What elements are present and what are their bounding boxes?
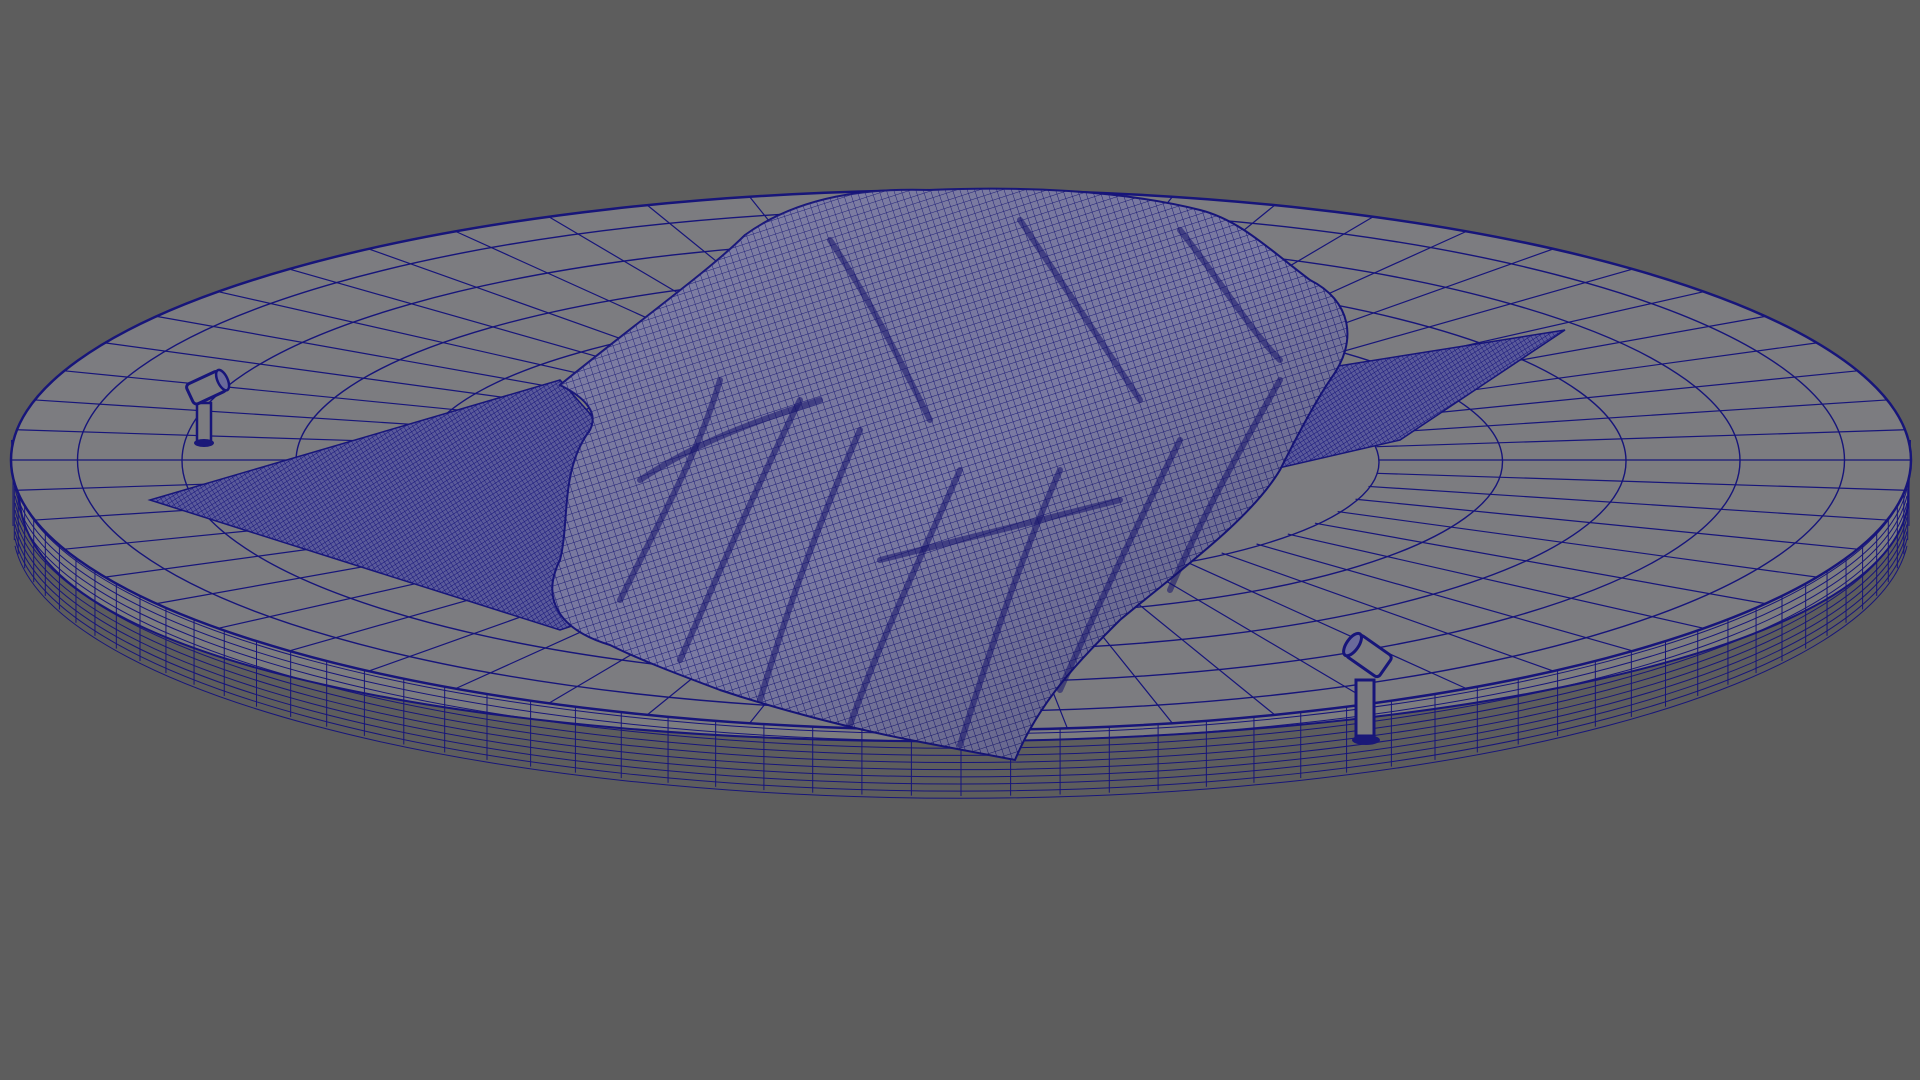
spotlight-left-base (194, 439, 214, 447)
spotlight-left-stand (195, 401, 213, 443)
spotlight-right-stand (1354, 678, 1376, 738)
spotlight-right-base (1352, 735, 1380, 745)
3d-viewport[interactable] (0, 0, 1920, 1080)
viewport-canvas[interactable] (0, 0, 1920, 1080)
